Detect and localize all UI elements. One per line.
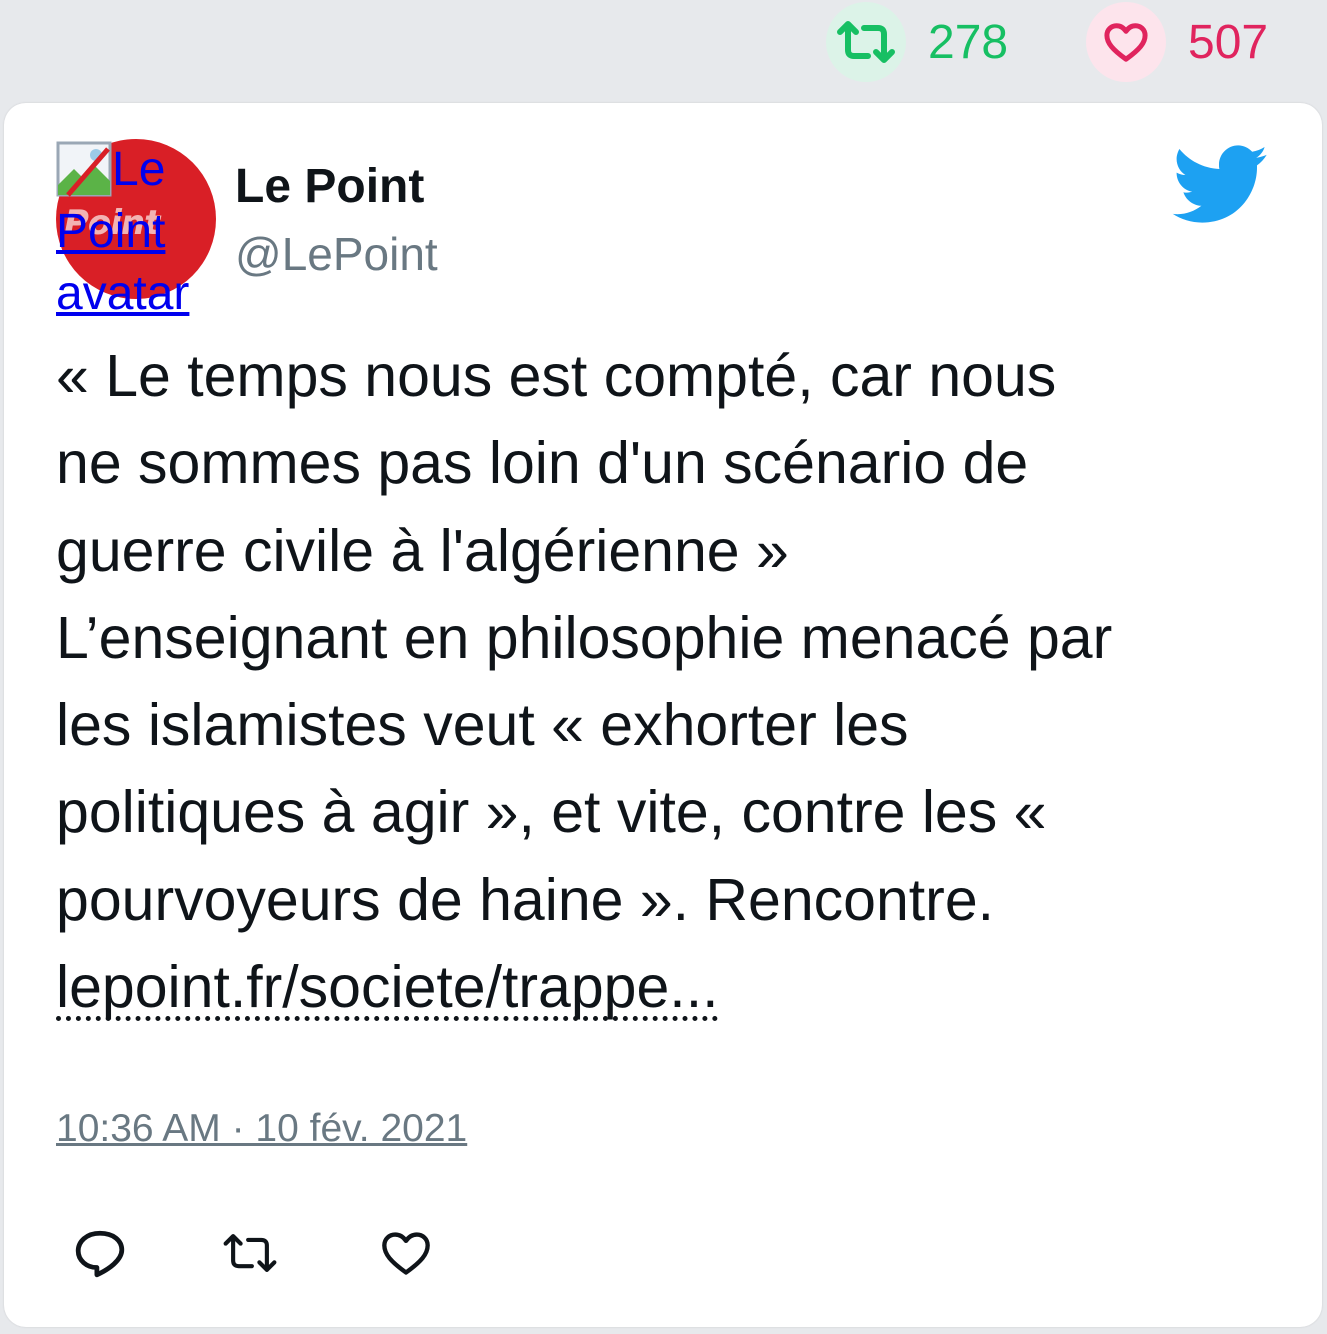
retweet-icon (223, 1234, 277, 1272)
twitter-bird-icon[interactable] (1172, 145, 1270, 225)
avatar[interactable]: Point Le Point avatar (56, 139, 216, 320)
like-count: 507 (1188, 15, 1269, 69)
avatar-alt-link[interactable]: Le Point avatar (56, 139, 226, 325)
tweet-line: politiques à agir », et vite, contre les… (56, 779, 1047, 846)
tweet-link[interactable]: lepoint.fr/societe/trappe... (56, 958, 719, 1022)
tweet-line: les islamistes veut « exhorter les (56, 692, 909, 759)
tweet-line: pourvoyeurs de haine ». Rencontre. (56, 866, 995, 933)
heart-icon (382, 1232, 430, 1275)
like-count-stat[interactable]: 507 (1086, 0, 1268, 84)
avatar-alt-line-2: Point (56, 205, 166, 258)
tweet-card: Point Le Point avatar Le Point @LePoint … (4, 103, 1322, 1327)
reply-icon (75, 1230, 125, 1278)
retweet-count: 278 (928, 15, 1009, 69)
author-name[interactable]: Le Point (235, 159, 424, 214)
retweet-count-stat[interactable]: 278 (826, 0, 1008, 84)
retweet-button[interactable] (220, 1223, 280, 1283)
tweet-line: guerre civile à l'algérienne » (56, 517, 789, 584)
tweet-timestamp[interactable]: 10:36 AM · 10 fév. 2021 (56, 1107, 467, 1151)
reply-button[interactable] (70, 1223, 130, 1283)
avatar-alt-line-1: Le (112, 143, 166, 196)
tweet-line: « Le temps nous est compté, car nous (56, 343, 1057, 409)
like-button[interactable] (376, 1223, 436, 1283)
heart-icon (1086, 2, 1166, 82)
avatar-alt-line-3: avatar (56, 267, 190, 320)
tweet-line: L’enseignant en philosophie menacé par (56, 604, 1113, 671)
retweet-icon (826, 2, 906, 82)
tweet-line: ne sommes pas loin d'un scénario de (56, 430, 1029, 497)
tweet-body: « Le temps nous est compté, car nous ne … (56, 333, 1286, 1031)
author-handle[interactable]: @LePoint (235, 227, 438, 281)
